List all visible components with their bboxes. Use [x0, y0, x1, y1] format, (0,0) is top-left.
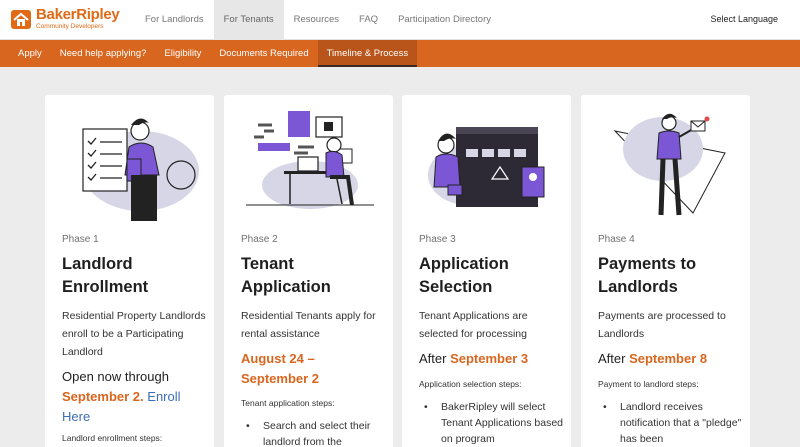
person-with-envelope-icon	[613, 113, 726, 216]
after-date: After September 8	[598, 349, 748, 369]
subnav-timeline-process[interactable]: Timeline & Process	[317, 40, 418, 67]
phase-title-line-2: Landlords	[598, 278, 678, 296]
after-prefix: After	[598, 351, 626, 366]
steps-label: Tenant application steps:	[241, 398, 335, 408]
subnav-apply[interactable]: Apply	[9, 40, 51, 67]
phase-card-2: Phase 2 Tenant Application Residential T…	[224, 95, 393, 447]
nav-for-tenants[interactable]: For Tenants	[213, 0, 284, 40]
language-selector[interactable]: Select Language	[710, 14, 778, 24]
step-item: • Search and select their landlord from …	[246, 418, 391, 447]
phase-description: Payments are processed to Landlords	[598, 310, 726, 340]
enrollment-status: Open now through September 2. Enroll Her…	[62, 367, 212, 427]
brand-name: BakerRipley	[36, 6, 120, 23]
person-at-desk-icon	[246, 111, 374, 209]
subnav-need-help[interactable]: Need help applying?	[51, 40, 156, 67]
steps-label: Landlord enrollment steps:	[62, 433, 163, 443]
steps-label: Payment to landlord steps:	[598, 379, 699, 389]
nav-resources[interactable]: Resources	[284, 0, 349, 40]
top-navigation-bar: BakerRipley Community Developers For Lan…	[0, 0, 800, 40]
step-item: • Landlord receives notification that a …	[603, 399, 748, 447]
phase-title: Tenant Application	[241, 253, 391, 299]
phase-card-1: Phase 1 Landlord Enrollment Residential …	[45, 95, 214, 447]
phase-label: Phase 3	[419, 234, 456, 245]
brand-subtitle: Community Developers	[36, 23, 104, 30]
phase-label: Phase 4	[598, 234, 635, 245]
phase-title-line-2: Selection	[419, 278, 493, 296]
phase-title-line-2: Application	[241, 278, 331, 296]
subnav-documents-required[interactable]: Documents Required	[210, 40, 317, 67]
date-range-line-1: August 24 –	[241, 351, 315, 366]
subnav-eligibility[interactable]: Eligibility	[155, 40, 210, 67]
step-text: Landlord receives notification that a "p…	[620, 401, 742, 445]
nav-faq[interactable]: FAQ	[349, 0, 388, 40]
after-date: After September 3	[419, 349, 569, 369]
phase-label: Phase 2	[241, 234, 278, 245]
phase-description: Tenant Applications are selected for pro…	[419, 310, 528, 340]
phase-title-line-1: Landlord	[62, 255, 133, 273]
house-logo-icon	[11, 9, 31, 29]
checklist-person-icon	[82, 118, 199, 221]
nav-for-landlords[interactable]: For Landlords	[135, 0, 214, 40]
bullet-dot: •	[603, 401, 607, 413]
step-item: • BakerRipley will select Tenant Applica…	[424, 399, 569, 447]
main-nav: For Landlords For Tenants Resources FAQ …	[135, 0, 501, 40]
phase-title-line-1: Tenant	[241, 255, 294, 273]
phase-title-line-2: Enrollment	[62, 278, 149, 296]
phase-description: Residential Property Landlords enroll to…	[62, 310, 206, 358]
phase-title-line-1: Application	[419, 255, 509, 273]
after-date-value: September 8	[629, 351, 708, 366]
phase-title: Payments to Landlords	[598, 253, 748, 299]
presentation-board-icon	[428, 127, 545, 207]
bullet-dot: •	[246, 420, 250, 432]
step-text: Search and select their landlord from th…	[263, 420, 371, 447]
phase-title-line-1: Payments to	[598, 255, 697, 273]
step-text: BakerRipley will select Tenant Applicati…	[441, 401, 564, 445]
phase-title: Application Selection	[419, 253, 569, 299]
steps-label: Application selection steps:	[419, 379, 522, 389]
after-prefix: After	[419, 351, 447, 366]
status-prefix: Open now through	[62, 369, 169, 384]
nav-participation-directory[interactable]: Participation Directory	[388, 0, 501, 40]
date-range-line-2: September 2	[241, 371, 320, 386]
sub-nav: Apply Need help applying? Eligibility Do…	[0, 40, 800, 67]
application-date-range: August 24 – September 2	[241, 349, 391, 389]
phase-card-3: Phase 3 Application Selection Tenant App…	[402, 95, 571, 447]
phase-description: Residential Tenants apply for rental ass…	[241, 310, 376, 340]
phase-card-4: Phase 4 Payments to Landlords Payments a…	[581, 95, 750, 447]
sub-navigation-bar: Apply Need help applying? Eligibility Do…	[0, 40, 800, 67]
status-date: September 2.	[62, 389, 144, 404]
brand-logo[interactable]: BakerRipley Community Developers	[10, 6, 120, 31]
phase-label: Phase 1	[62, 234, 99, 245]
after-date-value: September 3	[450, 351, 529, 366]
bullet-dot: •	[424, 401, 428, 413]
phase-title: Landlord Enrollment	[62, 253, 212, 299]
